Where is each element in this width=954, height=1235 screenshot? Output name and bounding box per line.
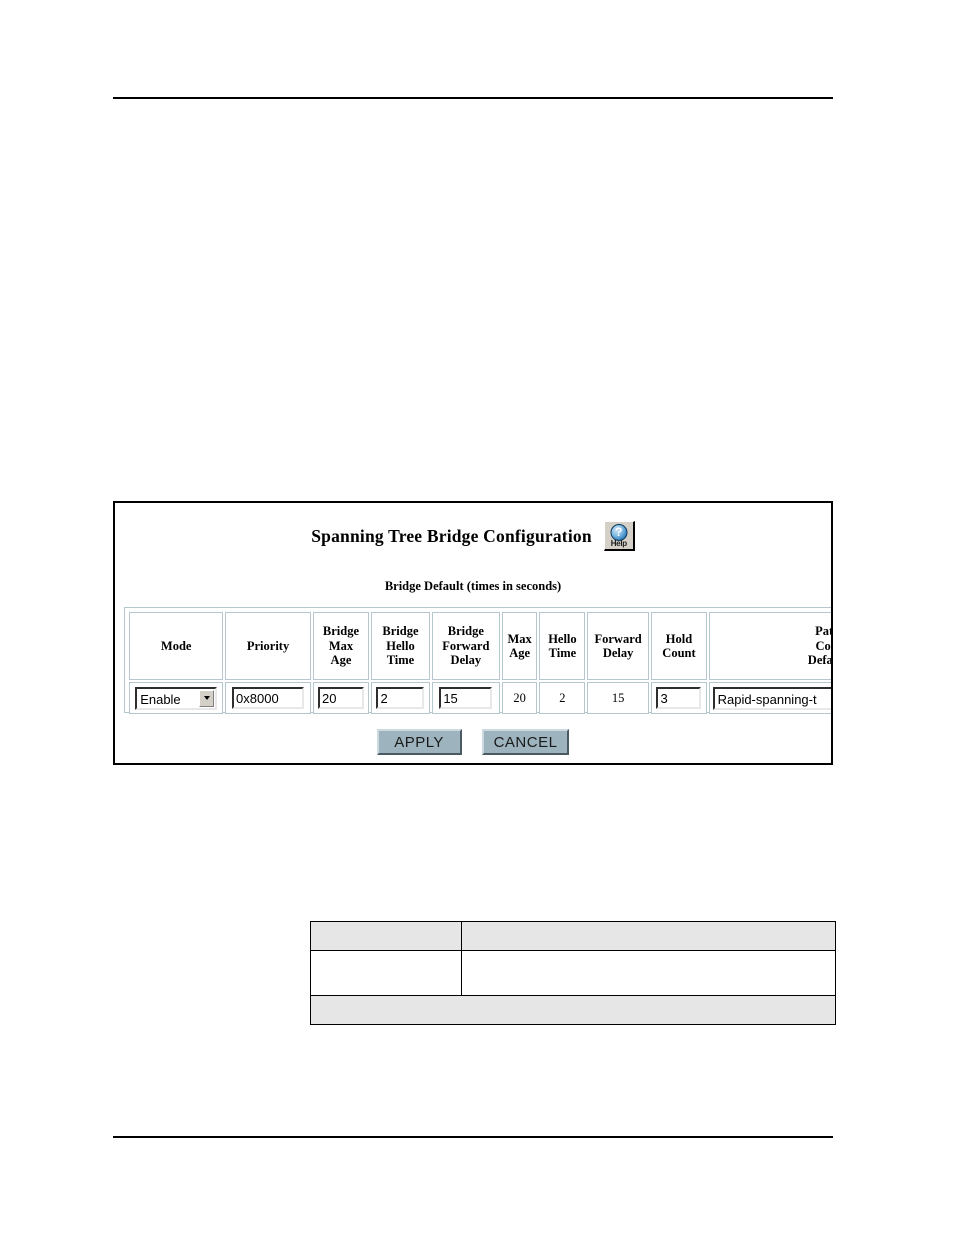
path-cost-default-select-value: Rapid-spanning-t: [717, 691, 817, 707]
header-line: Path: [815, 624, 833, 639]
cell-hello-time: 2: [539, 682, 586, 714]
apply-button[interactable]: APPLY: [376, 729, 462, 755]
column-header-bridge-forward-delay: Bridge Forward Delay: [431, 612, 500, 680]
table-footer-row: [310, 995, 836, 1025]
column-header-forward-delay: Forward Delay: [587, 612, 649, 680]
cell-bridge-hello-time: [371, 682, 430, 714]
header-line: Bridge: [382, 624, 419, 639]
header-line: Hello: [386, 638, 415, 653]
bridge-default-table: Mode Priority Bridge Max Age Bridge Hell…: [127, 610, 833, 716]
body-cell-description: [461, 950, 836, 996]
header-line: Time: [548, 646, 577, 660]
cell-max-age: 20: [501, 682, 538, 714]
body-cell-field: [310, 950, 462, 996]
header-cell-field: [310, 921, 462, 951]
help-button-label: Help: [610, 539, 627, 548]
table-row: Enable 0x8000 20 2 15 20 2 15 3 Rapid-sp…: [129, 682, 831, 714]
panel-subtitle: Bridge Default (times in seconds): [384, 579, 562, 593]
header-line: Forward: [442, 638, 490, 653]
cell-hold-count: [650, 682, 708, 714]
header-line: Age: [330, 653, 352, 668]
table-header-row: Mode Priority Bridge Max Age Bridge Hell…: [129, 612, 833, 680]
bridge-hello-time-input[interactable]: [376, 687, 425, 709]
column-header-hold-count: Hold Count: [650, 612, 708, 680]
table-header-row: [310, 921, 836, 951]
footer-cell: [310, 995, 836, 1025]
panel-title-row: Spanning Tree Bridge Configuration ? Hel…: [115, 521, 831, 551]
spanning-tree-bridge-configuration-panel: Spanning Tree Bridge Configuration ? Hel…: [113, 501, 833, 765]
column-header-priority-label: Priority: [246, 638, 290, 653]
bridge-max-age-input[interactable]: [317, 687, 364, 709]
cell-bridge-forward-delay: [431, 682, 500, 714]
header-line: Bridge: [322, 624, 360, 639]
header-line: Time: [386, 653, 415, 668]
table-row: [310, 950, 836, 996]
column-header-max-age: Max Age: [501, 612, 538, 680]
hold-count-input[interactable]: [656, 687, 702, 709]
cell-forward-delay: 15: [587, 682, 649, 714]
action-button-row: APPLY CANCEL: [115, 729, 831, 755]
hello-time-value: 2: [559, 690, 566, 705]
page-title: Spanning Tree Bridge Configuration: [311, 525, 592, 546]
footer-rule: [113, 1136, 833, 1138]
path-cost-default-select[interactable]: Rapid-spanning-t: [712, 686, 831, 710]
header-line: Hello: [548, 631, 577, 646]
header-line: Bridge: [447, 624, 484, 639]
column-header-mode: Mode: [129, 612, 224, 680]
column-header-mode-label: Mode: [160, 638, 192, 653]
header-line: Max: [507, 631, 532, 646]
header-line: Delay: [602, 646, 634, 660]
field-description-table: [310, 921, 836, 1025]
header-line: Default: [807, 653, 833, 668]
header-line: Cost: [815, 638, 831, 653]
cell-priority: [225, 682, 311, 714]
header-line: Hold: [665, 631, 693, 646]
cell-path-cost-default: Rapid-spanning-t: [709, 682, 831, 714]
column-header-hello-time: Hello Time: [539, 612, 586, 680]
header-line: Delay: [450, 653, 482, 668]
column-header-bridge-hello-time: Bridge Hello Time: [371, 612, 430, 680]
header-line: Forward: [594, 631, 642, 646]
help-button[interactable]: ? Help: [603, 521, 635, 551]
column-header-priority: Priority: [225, 612, 311, 680]
cell-bridge-max-age: [312, 682, 370, 714]
cancel-button[interactable]: CANCEL: [481, 729, 570, 755]
header-line: Max: [328, 638, 354, 653]
header-cell-description: [461, 921, 836, 951]
max-age-value: 20: [513, 690, 526, 705]
cell-mode: Enable: [129, 682, 224, 714]
chevron-down-icon[interactable]: [199, 689, 215, 707]
bridge-forward-delay-input[interactable]: [439, 687, 493, 709]
header-rule: [113, 97, 833, 99]
mode-select[interactable]: Enable: [135, 686, 218, 710]
header-line: Count: [662, 646, 696, 660]
forward-delay-value: 15: [611, 690, 625, 705]
header-line: Age: [509, 646, 531, 660]
priority-input[interactable]: [232, 687, 305, 709]
bridge-default-table-container: Mode Priority Bridge Max Age Bridge Hell…: [124, 607, 833, 716]
column-header-path-cost-default: Path Cost Default: [709, 612, 833, 680]
column-header-bridge-max-age: Bridge Max Age: [312, 612, 370, 680]
